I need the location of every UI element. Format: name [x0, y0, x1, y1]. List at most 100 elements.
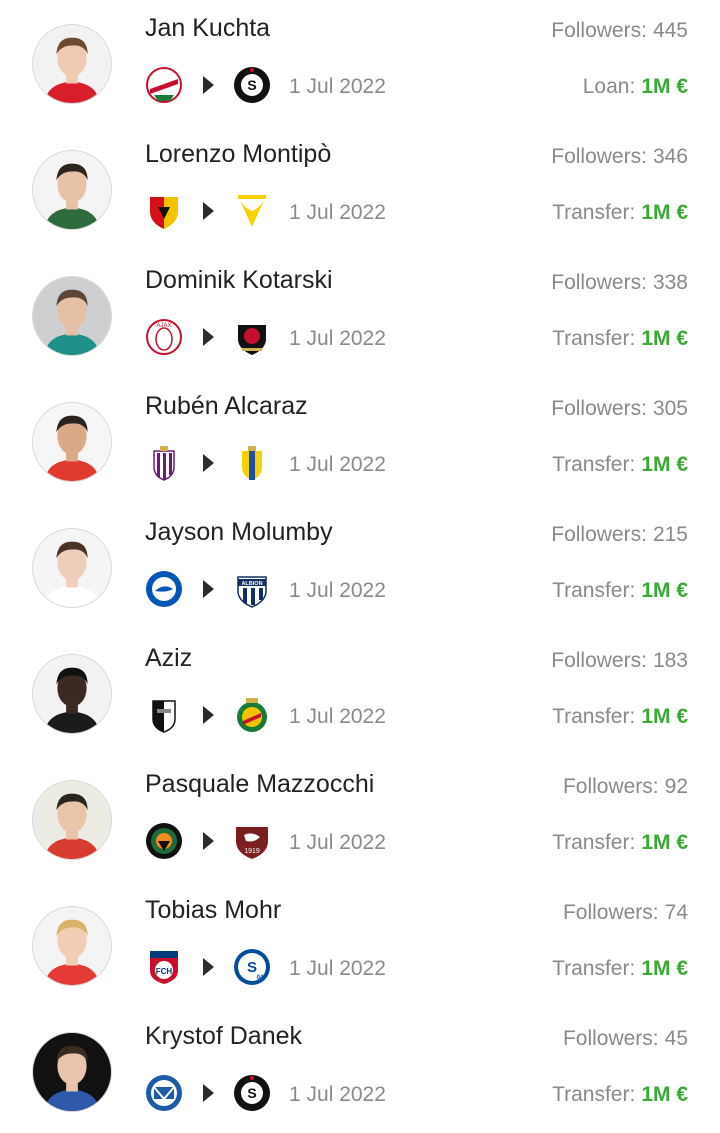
transfer-row[interactable]: Rubén Alcaraz Followers: 305 1 Jul 2022 Tran…	[0, 378, 720, 504]
followers-count: Followers: 445	[551, 19, 688, 43]
fee-amount: 1M €	[641, 1083, 688, 1106]
brighton-crest-icon[interactable]	[144, 569, 184, 609]
transfer-date: 1 Jul 2022	[289, 201, 386, 224]
followers-label: Followers:	[551, 397, 647, 420]
transfers-list: Jan Kuchta Followers: 445 S 1 Jul 2022 Loan: 1…	[0, 0, 720, 1133]
player-name[interactable]: Aziz	[145, 644, 192, 673]
fee-amount: 1M €	[641, 327, 688, 350]
arrow-right-icon	[203, 832, 214, 850]
player-avatar[interactable]	[32, 1032, 112, 1112]
transfer-type: Transfer:	[552, 201, 636, 224]
player-avatar[interactable]	[32, 276, 112, 356]
player-name[interactable]: Jayson Molumby	[145, 518, 333, 547]
transfer-row[interactable]: Tobias Mohr Followers: 74 FCH S 04 1 Jul 2022 T…	[0, 882, 720, 1008]
transfer-fee: Transfer: 1M €	[552, 201, 688, 225]
transfer-fee: Transfer: 1M €	[552, 579, 688, 603]
player-avatar[interactable]	[32, 906, 112, 986]
player-avatar[interactable]	[32, 402, 112, 482]
transfer-type: Transfer:	[552, 1083, 636, 1106]
transfer-row[interactable]: Jan Kuchta Followers: 445 S 1 Jul 2022 Loan: 1…	[0, 0, 720, 126]
transfer-row[interactable]: Krystof Danek Followers: 45 S 1 Jul 2022 Tran…	[0, 1008, 720, 1133]
player-avatar[interactable]	[32, 528, 112, 608]
player-avatar[interactable]	[32, 24, 112, 104]
west-brom-crest-icon[interactable]: ALBION	[232, 569, 272, 609]
transfer-date: 1 Jul 2022	[289, 957, 386, 980]
followers-label: Followers:	[551, 649, 647, 672]
transfer-fee: Transfer: 1M €	[552, 327, 688, 351]
transfer-row[interactable]: Aziz Followers: 183 1 Jul 2022 Transfer: 1M €	[0, 630, 720, 756]
followers-count: Followers: 74	[563, 901, 688, 925]
transfer-type: Transfer:	[552, 957, 636, 980]
player-name[interactable]: Pasquale Mazzocchi	[145, 770, 374, 799]
heidenheim-crest-icon[interactable]: FCH	[144, 947, 184, 987]
player-name[interactable]: Tobias Mohr	[145, 896, 281, 925]
transfer-fee: Transfer: 1M €	[552, 705, 688, 729]
player-name[interactable]: Krystof Danek	[145, 1022, 302, 1051]
transfer-type: Transfer:	[552, 327, 636, 350]
sigma-olomouc-crest-icon[interactable]	[144, 1073, 184, 1113]
followers-label: Followers:	[562, 901, 659, 924]
svg-text:04: 04	[257, 975, 264, 981]
salernitana-crest-icon[interactable]: 1919	[232, 821, 272, 861]
transfer-date: 1 Jul 2022	[289, 453, 386, 476]
followers-count: Followers: 346	[551, 145, 688, 169]
svg-text:S: S	[247, 959, 257, 976]
player-avatar[interactable]	[32, 654, 112, 734]
valladolid-crest-icon[interactable]	[144, 443, 184, 483]
arrow-right-icon	[203, 958, 214, 976]
ajax-crest-icon[interactable]: AJAX	[144, 317, 184, 357]
followers-label: Followers:	[551, 145, 647, 168]
verona-crest-icon[interactable]	[232, 191, 272, 231]
arrow-right-icon	[203, 580, 214, 598]
svg-text:S: S	[247, 77, 256, 93]
fee-amount: 1M €	[641, 201, 688, 224]
transfer-row[interactable]: Dominik Kotarski Followers: 338 AJAX 1 Jul 2…	[0, 252, 720, 378]
followers-label: Followers:	[551, 523, 647, 546]
arrow-right-icon	[203, 202, 214, 220]
followers-count: Followers: 92	[563, 775, 688, 799]
followers-count: Followers: 45	[563, 1027, 688, 1051]
player-avatar[interactable]	[32, 780, 112, 860]
player-name[interactable]: Lorenzo Montipò	[145, 140, 331, 169]
followers-count: Followers: 183	[551, 649, 688, 673]
transfer-row[interactable]: Pasquale Mazzocchi Followers: 92 1919 1 Jul …	[0, 756, 720, 882]
transfer-type: Loan:	[582, 75, 636, 98]
followers-label: Followers:	[562, 775, 659, 798]
transfer-fee: Transfer: 1M €	[552, 453, 688, 477]
sparta-praha-crest-icon[interactable]: S	[232, 65, 272, 105]
fee-amount: 1M €	[641, 75, 688, 98]
player-name[interactable]: Jan Kuchta	[145, 14, 270, 43]
followers-count: Followers: 305	[551, 397, 688, 421]
transfer-row[interactable]: Jayson Molumby Followers: 215 ALBION 1 Jul 2…	[0, 504, 720, 630]
followers-value: 305	[652, 397, 688, 420]
venezia-crest-icon[interactable]	[144, 821, 184, 861]
fee-amount: 1M €	[641, 453, 688, 476]
paok-crest-icon[interactable]	[232, 317, 272, 357]
transfer-date: 1 Jul 2022	[289, 579, 386, 602]
player-name[interactable]: Dominik Kotarski	[145, 266, 333, 295]
lokomotiv-crest-icon[interactable]	[144, 65, 184, 105]
sparta-praha-crest-icon[interactable]: S	[232, 1073, 272, 1113]
followers-value: 338	[652, 271, 688, 294]
player-avatar[interactable]	[32, 150, 112, 230]
svg-text:S: S	[247, 1085, 256, 1101]
benevento-crest-icon[interactable]	[144, 191, 184, 231]
followers-value: 445	[652, 19, 688, 42]
transfer-type: Transfer:	[552, 453, 636, 476]
schalke-crest-icon[interactable]: S 04	[232, 947, 272, 987]
fee-amount: 1M €	[641, 579, 688, 602]
arrow-right-icon	[203, 706, 214, 724]
arrow-right-icon	[203, 1084, 214, 1102]
svg-text:ALBION: ALBION	[241, 581, 262, 587]
transfer-date: 1 Jul 2022	[289, 831, 386, 854]
guimaraes-crest-icon[interactable]	[144, 695, 184, 735]
transfer-fee: Transfer: 1M €	[552, 957, 688, 981]
svg-text:FCH: FCH	[156, 967, 173, 976]
followers-label: Followers:	[562, 1027, 659, 1050]
cadiz-crest-icon[interactable]	[232, 443, 272, 483]
followers-value: 45	[664, 1027, 688, 1050]
rio-ave-crest-icon[interactable]	[232, 695, 272, 735]
player-name[interactable]: Rubén Alcaraz	[145, 392, 308, 421]
transfer-row[interactable]: Lorenzo Montipò Followers: 346 1 Jul 2022 Tr…	[0, 126, 720, 252]
followers-count: Followers: 215	[551, 523, 688, 547]
